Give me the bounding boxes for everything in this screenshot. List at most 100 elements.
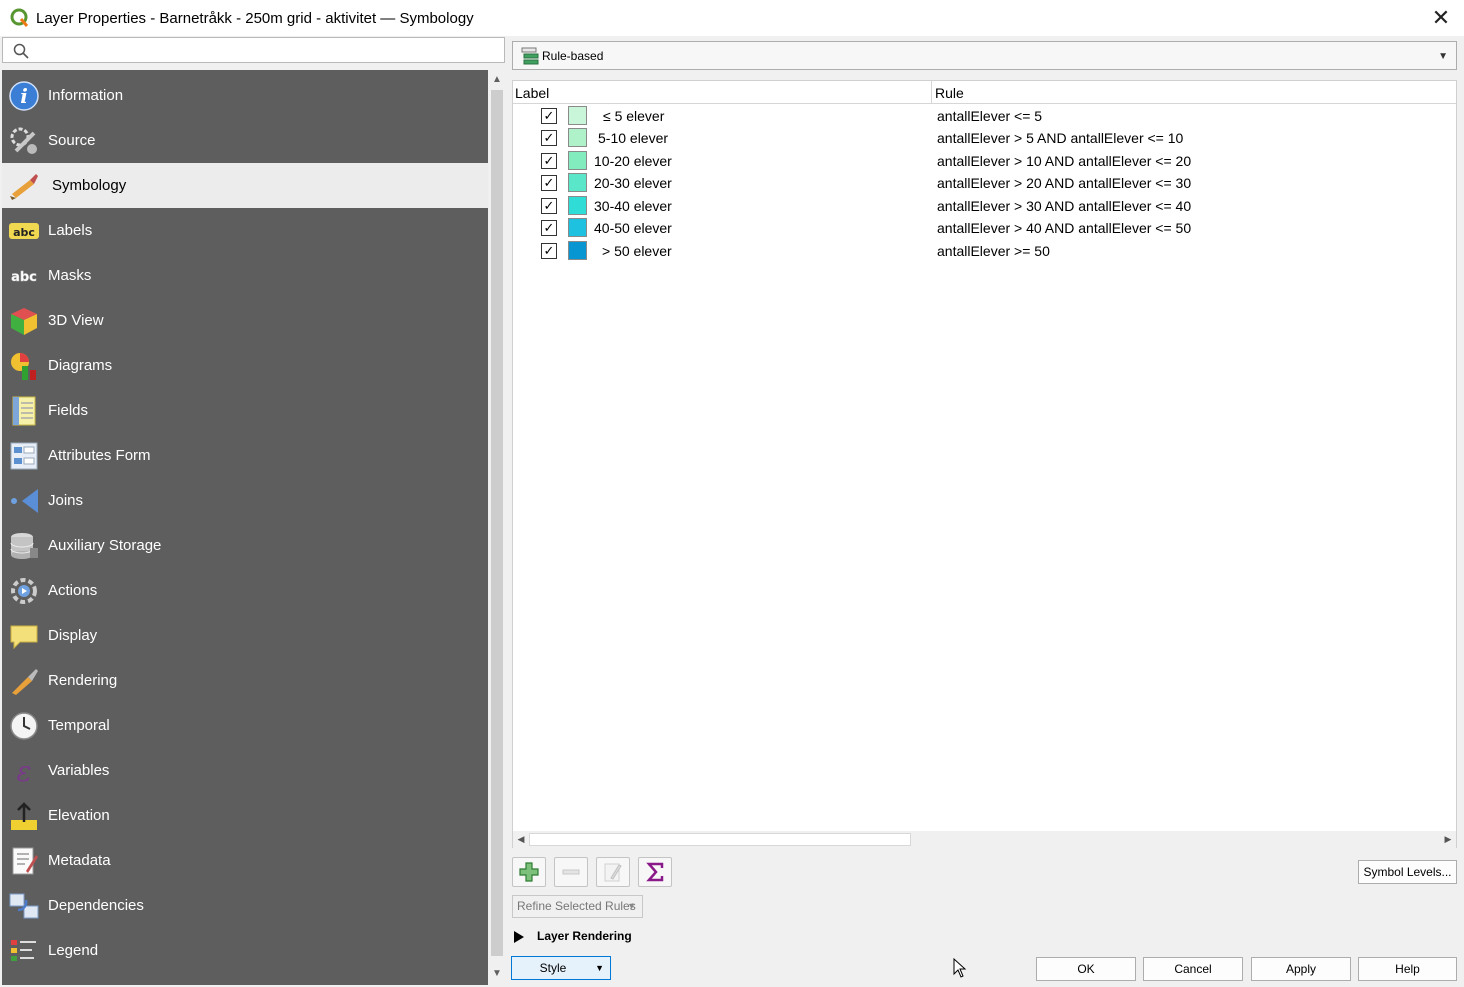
sidebar-item-symbology[interactable]: Symbology (2, 163, 488, 208)
sidebar-item-joins[interactable]: Joins (2, 478, 488, 523)
sidebar-item-label: Dependencies (48, 897, 144, 914)
column-header-label[interactable]: Label (515, 85, 549, 101)
rule-label: > 50 elever (602, 243, 672, 259)
sidebar-item-attributes-form[interactable]: Attributes Form (2, 433, 488, 478)
sidebar-item-label: Actions (48, 582, 98, 599)
symbology-icon (8, 170, 40, 202)
sidebar-item-label: Auxiliary Storage (48, 537, 162, 554)
sidebar-item-auxiliary-storage[interactable]: Auxiliary Storage (2, 523, 488, 568)
sidebar-item-elevation[interactable]: Elevation (2, 793, 488, 838)
sidebar-item-3d-view[interactable]: 3D View (2, 298, 488, 343)
diagrams-icon (8, 350, 40, 382)
search-input[interactable] (2, 37, 505, 63)
symbol-swatch[interactable] (568, 128, 587, 147)
rule-label: 5-10 elever (598, 130, 669, 146)
add-rule-button[interactable] (512, 857, 546, 887)
symbol-swatch[interactable] (568, 151, 587, 170)
sidebar-item-label: Elevation (48, 807, 110, 824)
dependencies-icon (8, 890, 40, 922)
sidebar-item-variables[interactable]: ε Variables (2, 748, 488, 793)
rule-checkbox[interactable]: ✓ (541, 198, 557, 214)
sidebar-item-masks[interactable]: abc Masks (2, 253, 488, 298)
title-bar: Layer Properties - Barnetråkk - 250m gri… (0, 0, 1464, 36)
cancel-button[interactable]: Cancel (1143, 957, 1243, 981)
rules-tree-header: Label Rule (513, 81, 1456, 104)
sidebar-item-label: Metadata (48, 852, 111, 869)
remove-rule-button[interactable] (554, 857, 588, 887)
rule-row[interactable]: ✓ ≤ 5 elever antallElever <= 5 (513, 105, 1456, 127)
rule-row[interactable]: ✓ 30-40 elever antallElever > 30 AND ant… (513, 195, 1456, 217)
rule-checkbox[interactable]: ✓ (541, 220, 557, 236)
sidebar-item-temporal[interactable]: Temporal (2, 703, 488, 748)
rule-row[interactable]: ✓ 40-50 elever antallElever > 40 AND ant… (513, 217, 1456, 239)
rule-expression: antallElever > 30 AND antallElever <= 40 (937, 198, 1192, 214)
rule-row[interactable]: ✓ 5-10 elever antallElever > 5 AND antal… (513, 127, 1456, 149)
style-menu-button[interactable]: Style ▼ (511, 956, 611, 980)
rule-checkbox[interactable]: ✓ (541, 130, 557, 146)
close-button[interactable]: ✕ (1424, 4, 1458, 32)
rule-checkbox[interactable]: ✓ (541, 153, 557, 169)
labels-icon: abc (8, 215, 40, 247)
sidebar-item-label: Information (48, 87, 124, 104)
renderer-type-select[interactable]: Rule-based ▼ (512, 41, 1457, 70)
symbol-swatch[interactable] (568, 241, 587, 260)
attributes-form-icon (8, 440, 40, 472)
pencil-icon (604, 863, 622, 882)
rule-expression: antallElever > 40 AND antallElever <= 50 (937, 220, 1192, 236)
rule-checkbox[interactable]: ✓ (541, 243, 557, 259)
symbol-levels-button[interactable]: Symbol Levels... (1358, 860, 1457, 884)
sidebar-item-metadata[interactable]: Metadata (2, 838, 488, 883)
symbol-swatch[interactable] (568, 196, 587, 215)
sidebar-item-label: Source (48, 132, 96, 149)
rules-tree[interactable]: Label Rule ✓ ≤ 5 elever antallElever <= … (512, 80, 1457, 848)
search-field[interactable] (33, 40, 498, 60)
symbol-swatch[interactable] (568, 173, 587, 192)
scrollbar-thumb[interactable] (491, 90, 503, 956)
symbol-swatch[interactable] (568, 106, 587, 125)
sidebar-item-label: Diagrams (48, 357, 113, 374)
sidebar-scrollbar[interactable]: ▲ ▼ (488, 70, 506, 985)
scroll-up-icon[interactable]: ▲ (488, 72, 506, 88)
joins-icon (8, 485, 40, 517)
scrollbar-thumb[interactable] (529, 833, 911, 846)
rule-row[interactable]: ✓ 20-30 elever antallElever > 20 AND ant… (513, 172, 1456, 194)
summary-button[interactable] (638, 857, 672, 887)
sidebar-item-fields[interactable]: Fields (2, 388, 488, 433)
rule-checkbox[interactable]: ✓ (541, 175, 557, 191)
sidebar-item-display[interactable]: Display (2, 613, 488, 658)
column-header-rule[interactable]: Rule (935, 85, 964, 101)
rules-horizontal-scrollbar[interactable]: ◀ ▶ (513, 831, 1456, 848)
rule-row[interactable]: ✓ > 50 elever antallElever >= 50 (513, 240, 1456, 262)
ok-button[interactable]: OK (1036, 957, 1136, 981)
apply-button[interactable]: Apply (1251, 957, 1351, 981)
refine-selected-rules-button[interactable]: Refine Selected Rules ▼ (512, 895, 643, 918)
sidebar-item-labels[interactable]: abc Labels (2, 208, 488, 253)
svg-text:ε: ε (16, 755, 31, 787)
sidebar-item-rendering[interactable]: Rendering (2, 658, 488, 703)
dropdown-arrow-icon: ▼ (595, 963, 604, 973)
help-button[interactable]: Help (1358, 957, 1457, 981)
sidebar-item-label: Joins (48, 492, 84, 509)
rule-checkbox[interactable]: ✓ (541, 108, 557, 124)
sidebar-item-source[interactable]: Source (2, 118, 488, 163)
sidebar-item-information[interactable]: i Information (2, 73, 488, 118)
sidebar-item-dependencies[interactable]: Dependencies (2, 883, 488, 928)
sidebar-item-diagrams[interactable]: Diagrams (2, 343, 488, 388)
sidebar-item-label: Temporal (48, 717, 110, 734)
3d-view-icon (8, 305, 40, 337)
fields-icon (8, 395, 40, 427)
rule-row[interactable]: ✓ 10-20 elever antallElever > 10 AND ant… (513, 150, 1456, 172)
rule-expression: antallElever > 20 AND antallElever <= 30 (937, 175, 1192, 191)
elevation-icon (8, 800, 40, 832)
column-divider[interactable] (931, 81, 932, 104)
scroll-left-icon[interactable]: ◀ (514, 832, 528, 846)
scroll-right-icon[interactable]: ▶ (1441, 832, 1455, 846)
sidebar-item-actions[interactable]: Actions (2, 568, 488, 613)
metadata-icon (8, 845, 40, 877)
sidebar-item-legend[interactable]: Legend (2, 928, 488, 973)
edit-rule-button[interactable] (596, 857, 630, 887)
actions-icon (8, 575, 40, 607)
scroll-down-icon[interactable]: ▼ (488, 966, 506, 982)
rule-label: 20-30 elever (594, 175, 672, 191)
symbol-swatch[interactable] (568, 218, 587, 237)
